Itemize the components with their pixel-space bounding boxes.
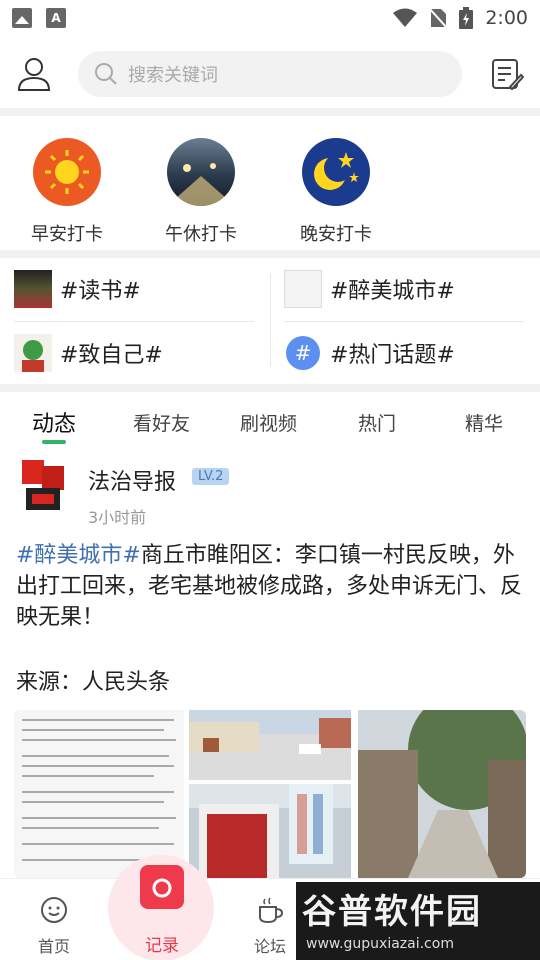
level-badge: LV.2: [192, 468, 230, 485]
smile-chat-icon: [41, 897, 67, 923]
topic-reading-label: #读书#: [60, 279, 141, 304]
topic-self-label: #致自己#: [60, 343, 163, 368]
profile-icon[interactable]: [16, 56, 52, 92]
post-photo-street[interactable]: [189, 710, 351, 780]
topic-reading[interactable]: #读书#: [14, 260, 141, 318]
search-placeholder: 搜索关键词: [128, 65, 218, 86]
tab-dynamic[interactable]: 动态: [32, 406, 76, 438]
search-input[interactable]: 搜索关键词: [78, 51, 462, 97]
topic-self-thumb: [14, 334, 52, 372]
checkin-morning[interactable]: 早安打卡: [12, 138, 122, 246]
post-photo-document[interactable]: [14, 710, 184, 878]
watermark-url: www.gupuxiazai.com: [306, 936, 454, 952]
section-divider: [0, 250, 540, 258]
compose-icon[interactable]: [490, 57, 524, 91]
post-photo-grid: [14, 710, 526, 878]
post-source: 来源：人民头条: [16, 670, 171, 695]
checkin-noon-label: 午休打卡: [165, 224, 237, 245]
coffee-cup-icon: [259, 897, 284, 924]
tab-featured[interactable]: 精华: [465, 409, 503, 436]
battery-charging-icon: [459, 7, 474, 29]
app-notification-icon: A: [46, 8, 66, 28]
post-photo-road[interactable]: [358, 710, 526, 878]
post-header: 法治导报 LV.2 3小时前: [16, 456, 524, 532]
topic-city-thumb: [284, 270, 322, 308]
no-sim-icon: [429, 8, 448, 28]
topic-hot-label: #热门话题#: [330, 343, 455, 368]
tab-videos[interactable]: 刷视频: [240, 409, 297, 436]
image-notification-icon: [12, 8, 32, 28]
topic-divider: [14, 321, 254, 322]
camera-icon[interactable]: [140, 865, 184, 909]
tab-active-indicator: [42, 440, 66, 444]
topic-self[interactable]: #致自己#: [14, 324, 163, 382]
avatar[interactable]: [16, 456, 72, 516]
topic-city-label: #醉美城市#: [330, 279, 455, 304]
topic-hot[interactable]: # #热门话题#: [284, 324, 455, 382]
hashtag-bubble-icon: #: [286, 336, 320, 370]
post-photo-gate[interactable]: [189, 784, 351, 878]
moon-stars-icon: [302, 138, 370, 206]
tab-friends[interactable]: 看好友: [133, 409, 190, 436]
feed-tabs: 动态 看好友 刷视频 热门 精华: [0, 396, 540, 448]
wifi-icon: [393, 8, 418, 27]
checkin-night[interactable]: 晚安打卡: [281, 138, 391, 246]
post-tag[interactable]: #醉美城市#: [16, 543, 141, 568]
tab-hot[interactable]: 热门: [358, 409, 396, 436]
topic-reading-thumb: [14, 270, 52, 308]
topic-city[interactable]: #醉美城市#: [284, 260, 455, 318]
post-time: 3小时前: [88, 508, 147, 527]
topic-divider: [284, 321, 524, 322]
section-divider: [0, 108, 540, 116]
site-watermark: 谷普软件园 www.gupuxiazai.com: [296, 882, 540, 960]
topic-grid: #读书# #醉美城市# #致自己# # #热门话题#: [0, 260, 540, 384]
svg-text:#: #: [295, 341, 312, 365]
nav-home-label: 首页: [37, 937, 70, 956]
night-street-image: [167, 138, 235, 206]
nav-home[interactable]: 首页: [14, 895, 94, 957]
status-time: 2:00: [485, 7, 528, 29]
checkin-row: 早安打卡 午休打卡 晚安打卡: [0, 126, 540, 248]
top-header: 搜索关键词: [0, 44, 540, 104]
checkin-morning-label: 早安打卡: [31, 224, 103, 245]
checkin-night-label: 晚安打卡: [300, 224, 372, 245]
status-bar: A 2:00: [0, 0, 540, 36]
sun-icon: [33, 138, 101, 206]
search-icon: [95, 63, 117, 85]
section-divider: [0, 384, 540, 392]
post-author[interactable]: 法治导报: [88, 464, 176, 496]
checkin-noon[interactable]: 午休打卡: [146, 138, 256, 246]
topic-vertical-divider: [270, 274, 271, 366]
post-content[interactable]: #醉美城市#商丘市睢阳区：李口镇一村民反映，外出打工回来，老宅基地被修成路，多处…: [16, 540, 526, 633]
watermark-title: 谷普软件园: [302, 892, 482, 932]
nav-record-label[interactable]: 记录: [128, 931, 196, 956]
